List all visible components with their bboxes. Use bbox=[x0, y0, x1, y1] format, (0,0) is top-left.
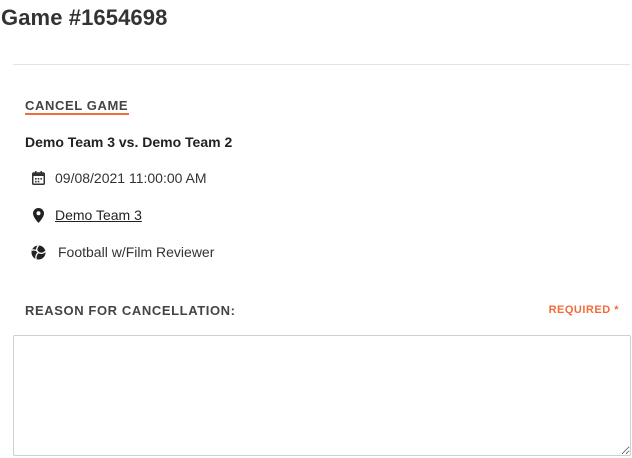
game-matchup: Demo Team 3 vs. Demo Team 2 bbox=[25, 134, 233, 150]
location-link[interactable]: Demo Team 3 bbox=[55, 207, 142, 223]
reason-textarea[interactable] bbox=[13, 335, 631, 456]
reason-label: REASON FOR CANCELLATION: bbox=[25, 303, 236, 318]
game-location-row: Demo Team 3 bbox=[30, 207, 142, 223]
required-indicator: REQUIRED * bbox=[548, 304, 619, 316]
divider bbox=[13, 64, 630, 65]
game-datetime-row: 09/08/2021 11:00:00 AM bbox=[30, 170, 207, 186]
page-title: Game #1654698 bbox=[1, 5, 168, 30]
ball-icon bbox=[30, 244, 46, 260]
cancel-game-page: Game #1654698 CANCEL GAME Demo Team 3 vs… bbox=[0, 0, 632, 458]
game-type-row: Football w/Film Reviewer bbox=[30, 244, 214, 260]
map-pin-icon bbox=[30, 207, 46, 223]
section-title: CANCEL GAME bbox=[25, 98, 129, 113]
section-title-underline bbox=[25, 113, 129, 115]
game-datetime: 09/08/2021 11:00:00 AM bbox=[55, 170, 207, 186]
game-type: Football w/Film Reviewer bbox=[58, 244, 215, 260]
calendar-icon bbox=[30, 170, 46, 186]
